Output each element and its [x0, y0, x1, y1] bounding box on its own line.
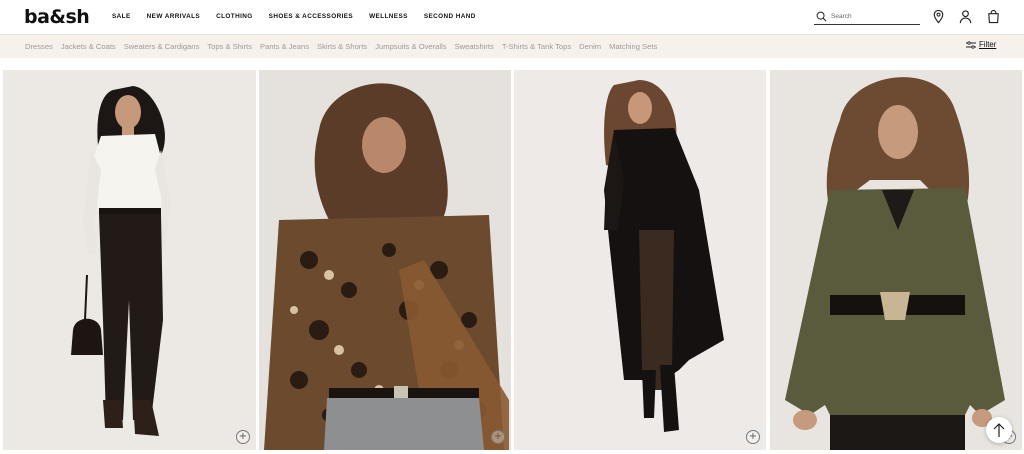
bag-icon[interactable]: [986, 9, 1001, 24]
product-image-1: [3, 70, 256, 450]
category-sweaters-cardigans[interactable]: Sweaters & Cardigans: [124, 42, 200, 51]
product-image-4: [770, 70, 1022, 450]
search-box: [814, 9, 920, 25]
account-icon[interactable]: [958, 9, 973, 24]
nav-clothing[interactable]: CLOTHING: [216, 13, 253, 20]
category-tops-shirts[interactable]: Tops & Shirts: [207, 42, 252, 51]
quick-add-button-1[interactable]: +: [236, 430, 250, 444]
quick-add-button-2[interactable]: +: [491, 430, 505, 444]
category-jackets-coats[interactable]: Jackets & Coats: [61, 42, 116, 51]
product-image-3: [514, 70, 766, 450]
nav-new-arrivals[interactable]: NEW ARRIVALS: [147, 13, 200, 20]
search-input[interactable]: [831, 11, 917, 22]
product-card-1[interactable]: +: [3, 70, 256, 450]
category-skirts-shorts[interactable]: Skirts & Shorts: [317, 42, 367, 51]
product-image-2: [259, 70, 511, 450]
category-matching-sets[interactable]: Matching Sets: [609, 42, 657, 51]
search-icon[interactable]: [816, 11, 827, 22]
product-grid: + + +: [0, 70, 1024, 454]
category-jumpsuits-overalls[interactable]: Jumpsuits & Overalls: [375, 42, 446, 51]
nav-wellness[interactable]: WELLNESS: [369, 13, 408, 20]
category-sweatshirts[interactable]: Sweatshirts: [455, 42, 494, 51]
category-dresses[interactable]: Dresses: [25, 42, 53, 51]
category-bar: Dresses Jackets & Coats Sweaters & Cardi…: [0, 34, 1024, 58]
category-pants-jeans[interactable]: Pants & Jeans: [260, 42, 309, 51]
site-header: ba&sh SALE NEW ARRIVALS CLOTHING SHOES &…: [0, 0, 1024, 34]
back-to-top-button[interactable]: [986, 417, 1012, 443]
brand-logo[interactable]: ba&sh: [24, 6, 90, 28]
product-card-4[interactable]: +: [770, 70, 1022, 450]
product-card-3[interactable]: +: [514, 70, 766, 450]
filter-label: Filter: [979, 40, 997, 49]
category-tshirts-tank-tops[interactable]: T-Shirts & Tank Tops: [502, 42, 571, 51]
nav-sale[interactable]: SALE: [112, 13, 131, 20]
category-list: Dresses Jackets & Coats Sweaters & Cardi…: [25, 42, 657, 51]
main-navigation: SALE NEW ARRIVALS CLOTHING SHOES & ACCES…: [112, 13, 476, 20]
category-denim[interactable]: Denim: [579, 42, 601, 51]
arrow-up-icon: [993, 423, 1005, 437]
filter-icon: [966, 40, 976, 49]
nav-shoes-accessories[interactable]: SHOES & ACCESSORIES: [269, 13, 353, 20]
nav-second-hand[interactable]: SECOND HAND: [424, 13, 476, 20]
filter-button[interactable]: Filter: [966, 40, 996, 49]
quick-add-button-3[interactable]: +: [746, 430, 760, 444]
store-locator-icon[interactable]: [931, 9, 946, 24]
product-card-2[interactable]: +: [259, 70, 511, 450]
